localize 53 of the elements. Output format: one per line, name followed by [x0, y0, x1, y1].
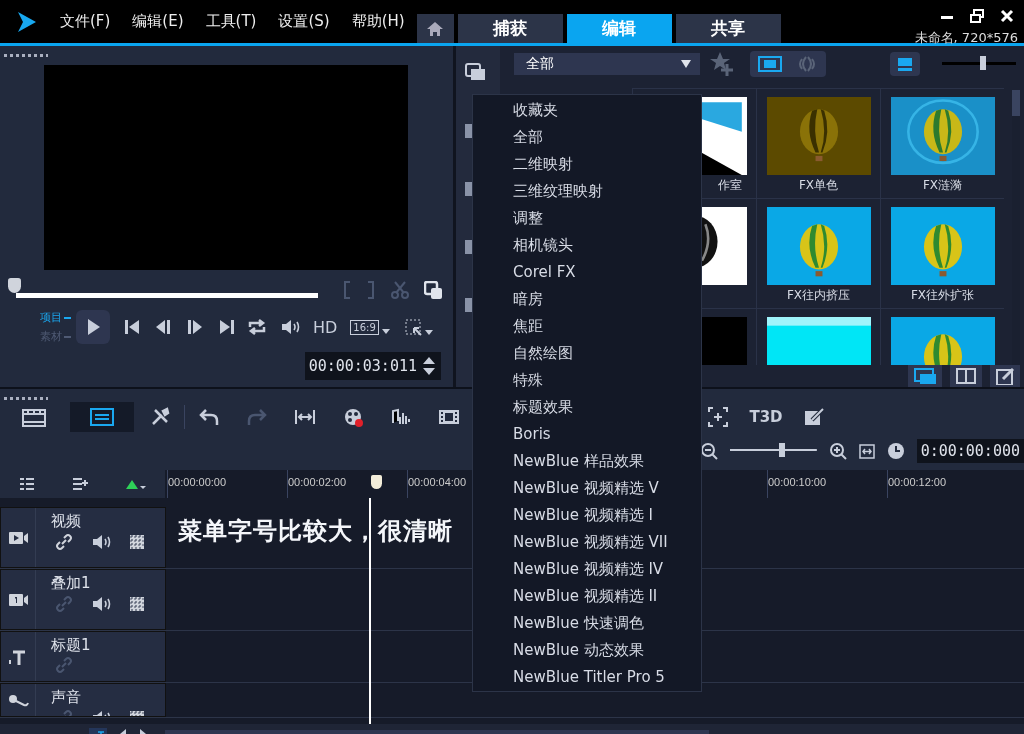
- effect-cell[interactable]: FX往内挤压: [756, 198, 880, 308]
- menu-item[interactable]: 文件(F): [60, 12, 111, 31]
- effect-cell[interactable]: FX单色: [756, 88, 880, 198]
- menu-item[interactable]: 设置(S): [278, 12, 330, 31]
- menu-option[interactable]: 标题效果: [473, 394, 701, 421]
- menu-option[interactable]: 调整: [473, 205, 701, 232]
- aspect-ratio-button[interactable]: 16:9: [350, 319, 379, 335]
- menu-option[interactable]: NewBlue Titler Pro 5: [473, 664, 701, 691]
- hd-toggle[interactable]: HD: [313, 317, 338, 337]
- menu-option[interactable]: 二维映射: [473, 151, 701, 178]
- project-info: 未命名, 720*576: [914, 29, 1018, 47]
- menu-item[interactable]: 编辑(E): [132, 12, 184, 31]
- menu-option[interactable]: NewBlue 视频精选 IV: [473, 556, 701, 583]
- track-header[interactable]: 视频: [0, 507, 166, 568]
- menu-option[interactable]: NewBlue 动态效果: [473, 637, 701, 664]
- track-header[interactable]: 标题1: [0, 631, 166, 682]
- menu-option[interactable]: 暗房: [473, 286, 701, 313]
- effect-caption: FX往外扩张: [910, 287, 975, 304]
- effect-caption: FX涟漪: [922, 177, 963, 194]
- menu-option[interactable]: 相机镜头: [473, 232, 701, 259]
- menu-option[interactable]: NewBlue 视频精选 I: [473, 502, 701, 529]
- mode-label[interactable]: 项目: [40, 310, 71, 325]
- timecode-field[interactable]: 00:00:03:011: [304, 352, 441, 380]
- menu-option[interactable]: 特殊: [473, 367, 701, 394]
- track-header[interactable]: 叠加1: [0, 569, 166, 630]
- menu-option[interactable]: NewBlue 快速调色: [473, 610, 701, 637]
- effect-caption: FX往内挤压: [786, 287, 851, 304]
- effect-caption: FX单色: [798, 177, 839, 194]
- menu-option[interactable]: 自然绘图: [473, 340, 701, 367]
- track-name: 声音: [51, 688, 82, 706]
- menu-option[interactable]: 全部: [473, 124, 701, 151]
- effect-caption: 作室: [718, 177, 742, 194]
- track-name: 叠加1: [51, 574, 92, 592]
- effect-cell[interactable]: FX往外扩张: [880, 198, 1004, 308]
- menu-option[interactable]: 焦距: [473, 313, 701, 340]
- menu-option[interactable]: 三维纹理映射: [473, 178, 701, 205]
- track-header[interactable]: 声音: [0, 683, 166, 717]
- menu-item[interactable]: 帮助(H): [351, 12, 405, 31]
- menu-option[interactable]: NewBlue 视频精选 II: [473, 583, 701, 610]
- category-dropdown[interactable]: 全部: [514, 53, 700, 75]
- timecode-field[interactable]: 0:00:00:000: [916, 439, 1024, 463]
- track-name: 视频: [51, 512, 82, 530]
- track-name: 标题1: [51, 636, 91, 654]
- mode-tab[interactable]: 共享: [675, 14, 781, 43]
- handwritten-annotation: 菜单字号比较大，很清晰: [178, 515, 453, 547]
- mode-tab[interactable]: 捕获: [457, 14, 563, 43]
- menu-option[interactable]: 收藏夹: [473, 97, 701, 124]
- menu-option[interactable]: Corel FX: [473, 259, 701, 286]
- title-3d-button[interactable]: T3D: [742, 402, 790, 432]
- menu-item[interactable]: 工具(T): [205, 12, 257, 31]
- menu-option[interactable]: Boris: [473, 421, 701, 448]
- menu-option[interactable]: NewBlue 视频精选 VII: [473, 529, 701, 556]
- effect-cell[interactable]: FX涟漪: [880, 88, 1004, 198]
